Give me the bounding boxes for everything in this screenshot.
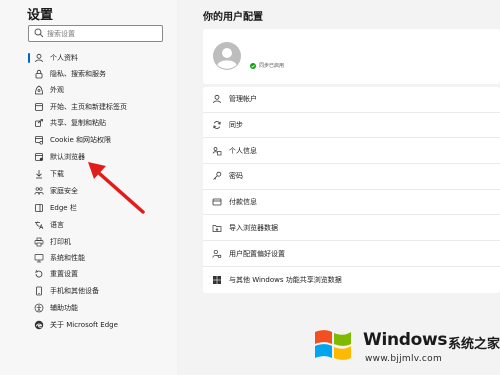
system-icon [34, 254, 44, 263]
avatar[interactable] [213, 42, 241, 70]
sidebar-item-label: 打印机 [50, 238, 71, 246]
sidebar-item-privacy[interactable]: 隐私、搜索和服务 [28, 67, 168, 81]
profile-card: 同步已启用 [203, 29, 500, 84]
sidebar-item-languages[interactable]: 语言 [28, 218, 168, 232]
list-item-personal-info[interactable]: 个人信息 [203, 138, 500, 165]
search-input[interactable] [47, 27, 159, 40]
list-item-payment-info[interactable]: 付款信息 [203, 190, 500, 216]
sidebar-item-phone[interactable]: 手机和其他设备 [28, 284, 168, 298]
language-icon [35, 221, 44, 230]
sidebar-item-label: 开始、主页和新建标签页 [50, 103, 127, 111]
sidebar-item-edge-bar[interactable]: Edge 栏 [28, 201, 168, 215]
family-icon [34, 187, 44, 195]
browser-icon [35, 153, 43, 161]
windows-logo-icon [315, 330, 351, 360]
credit-card-icon [212, 198, 222, 206]
list-item-label: 密码 [229, 172, 243, 181]
list-item-label: 与其他 Windows 功能共享浏览数据 [229, 275, 342, 284]
sidebar-item-printers[interactable]: 打印机 [28, 235, 168, 249]
lock-icon [35, 69, 43, 79]
watermark: Windows 系统之家 www.bjjmlv.com [305, 318, 500, 375]
sidebar-item-default-browser[interactable]: 默认浏览器 [28, 150, 168, 164]
sidebar-item-about[interactable]: 关于 Microsoft Edge [28, 318, 168, 332]
appearance-icon [35, 85, 43, 95]
list-item-label: 付款信息 [229, 198, 257, 207]
printer-icon [34, 237, 44, 247]
sidebar-item-label: 家庭安全 [50, 187, 78, 195]
sidebar-item-system[interactable]: 系统和性能 [28, 251, 168, 265]
cookie-icon [35, 136, 44, 145]
list-item-label: 同步 [229, 121, 243, 130]
list-item-sync[interactable]: 同步 [203, 113, 500, 139]
id-card-icon [212, 146, 222, 156]
share-icon [35, 119, 43, 127]
sidebar-item-label: 系统和性能 [50, 254, 85, 262]
power-icon [35, 103, 43, 111]
sidebar-item-label: 关于 Microsoft Edge [50, 321, 118, 329]
sidebar-item-label: Cookie 和网站权限 [50, 136, 111, 144]
list-item-label: 个人信息 [229, 146, 257, 155]
sync-status: 同步已启用 [250, 62, 284, 69]
list-item-label: 用户配置偏好设置 [229, 249, 285, 258]
sidebar-item-share[interactable]: 共享、复制和粘贴 [28, 116, 168, 130]
watermark-brand: Windows [363, 330, 448, 350]
sidebar-item-label: 重置设置 [50, 270, 78, 278]
sidebar-item-family-safety[interactable]: 家庭安全 [28, 184, 168, 198]
sidebar-item-label: 手机和其他设备 [50, 287, 99, 295]
sidebar-item-label: 下载 [50, 170, 64, 178]
settings-sidebar: 设置 个人资料 隐私、搜索和服务 外观 开始、主页和新建标签页 共享、复制和粘贴… [0, 0, 177, 375]
reset-icon [35, 269, 43, 278]
list-item-label: 导入浏览器数据 [229, 223, 278, 232]
phone-icon [36, 286, 42, 296]
sidebar-item-label: 辅助功能 [50, 304, 78, 312]
sidebar-item-profiles[interactable]: 个人资料 [28, 51, 168, 65]
sidebar-item-accessibility[interactable]: 辅助功能 [28, 301, 168, 315]
list-item-share-windows[interactable]: 与其他 Windows 功能共享浏览数据 [203, 267, 500, 293]
settings-title: 设置 [27, 8, 54, 23]
watermark-site-name: 系统之家 [448, 337, 500, 352]
windows-icon [213, 275, 221, 284]
download-icon [36, 170, 42, 179]
person-icon [213, 95, 221, 104]
sidebar-item-label: 语言 [50, 221, 64, 229]
sidebar-item-appearance[interactable]: 外观 [28, 83, 168, 97]
edge-logo-icon [34, 320, 44, 330]
search-settings-box[interactable] [28, 25, 163, 42]
list-item-manage-account[interactable]: 管理帐户 [203, 87, 500, 113]
edge-bar-icon [35, 204, 43, 212]
list-item-import-data[interactable]: 导入浏览器数据 [203, 216, 500, 242]
sidebar-item-label: 共享、复制和粘贴 [50, 119, 106, 127]
sync-icon [213, 121, 221, 129]
watermark-url: www.bjjmlv.com [365, 354, 443, 364]
sidebar-item-label: 外观 [50, 86, 64, 94]
sidebar-item-label: 默认浏览器 [50, 153, 85, 161]
import-icon [212, 224, 222, 232]
list-item-passwords[interactable]: 密码 [203, 164, 500, 190]
profile-settings-icon [212, 249, 222, 258]
accessibility-icon [34, 303, 44, 313]
key-icon [213, 172, 222, 181]
sidebar-item-downloads[interactable]: 下载 [28, 167, 168, 181]
sidebar-item-label: 个人资料 [50, 54, 78, 62]
list-item-label: 管理帐户 [229, 95, 257, 104]
profile-settings-list: 管理帐户 同步 个人信息 密码 付款信息 导入浏览器数据 用户配置偏好设置 与其… [203, 87, 500, 293]
list-item-profile-preferences[interactable]: 用户配置偏好设置 [203, 241, 500, 267]
check-circle-icon [250, 62, 256, 69]
sidebar-item-reset[interactable]: 重置设置 [28, 267, 168, 281]
page-title: 你的用户配置 [203, 12, 263, 23]
sidebar-item-cookies[interactable]: Cookie 和网站权限 [28, 133, 168, 147]
sidebar-item-label: 隐私、搜索和服务 [50, 70, 106, 78]
sidebar-item-label: Edge 栏 [50, 204, 77, 212]
sync-status-text: 同步已启用 [259, 63, 285, 69]
search-icon [34, 28, 44, 38]
person-icon [35, 53, 43, 63]
sidebar-item-start-home[interactable]: 开始、主页和新建标签页 [28, 100, 168, 114]
